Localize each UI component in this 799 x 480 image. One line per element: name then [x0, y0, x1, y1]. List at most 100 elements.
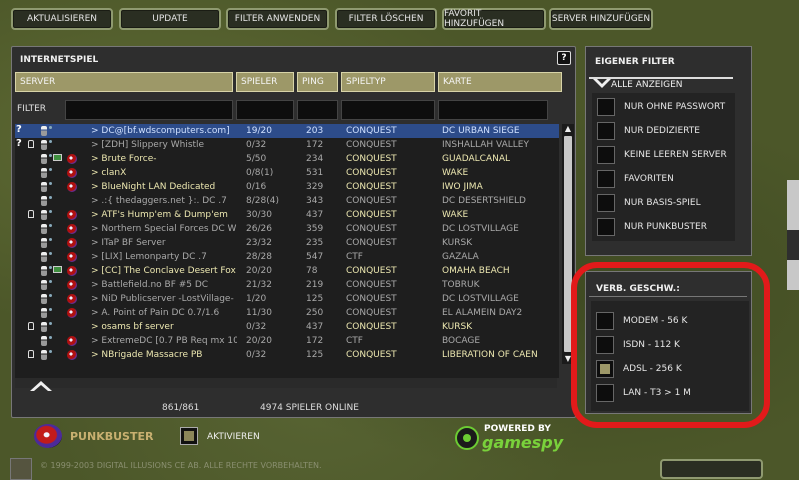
server-name: > Battlefield.no BF #5 DC: [91, 280, 209, 290]
table-row[interactable]: > Battlefield.no BF #5 DC 21/32 219 CONQUES…: [15, 278, 559, 292]
activate-punkbuster-checkbox[interactable]: [180, 427, 198, 445]
player-icon: [41, 294, 47, 304]
column-header-server[interactable]: SERVER: [15, 72, 233, 92]
table-row[interactable]: > ITaP BF Server 23/32 235 CONQUEST KURSK: [15, 236, 559, 250]
bottom-action-button[interactable]: [660, 459, 763, 479]
filter-ping-input[interactable]: [297, 100, 338, 120]
filter-option[interactable]: NUR OHNE PASSWORT: [597, 98, 725, 116]
map-name: KURSK: [442, 322, 473, 332]
player-count: 0/32: [246, 322, 267, 332]
table-row[interactable]: > NiD Publicserver -LostVillage- 1/20 125 C…: [15, 292, 559, 306]
filter-checkbox[interactable]: [597, 146, 615, 164]
red-highlight-annotation: [571, 262, 770, 428]
ping-value: 359: [306, 224, 324, 234]
player-count: 0/32: [246, 140, 267, 150]
collapse-up-icon-inner: [34, 385, 48, 391]
game-type: CONQUEST: [346, 140, 397, 150]
filter-option[interactable]: FAVORITEN: [597, 170, 674, 188]
server-name: > BlueNight LAN Dedicated: [91, 182, 216, 192]
lock-icon: [28, 210, 34, 218]
game-type: CONQUEST: [346, 280, 397, 290]
list-bottom-bar: [15, 378, 557, 388]
filter-checkbox[interactable]: [597, 218, 615, 236]
filter-option[interactable]: NUR DEDIZIERTE: [597, 122, 700, 140]
status-dot-icon: [49, 168, 52, 171]
column-header-players[interactable]: SPIELER: [236, 72, 294, 92]
filter-gametype-input[interactable]: [341, 100, 435, 120]
ping-value: 437: [306, 322, 324, 332]
status-dot-icon: [49, 252, 52, 255]
column-header-ping[interactable]: PING: [297, 72, 338, 92]
filter-option[interactable]: NUR BASIS-SPIEL: [597, 194, 701, 212]
player-count: 30/30: [246, 210, 272, 220]
status-dot-icon: [49, 210, 52, 213]
game-type: CONQUEST: [346, 182, 397, 192]
add-server-button[interactable]: SERVER HINZUFÜGEN: [549, 8, 653, 30]
show-all-label: ALLE ANZEIGEN: [611, 80, 683, 90]
table-row[interactable]: ? > [ZDH] Slippery Whistle 0/32 172 CONQUEST…: [15, 138, 559, 152]
custom-filter-panel: EIGENER FILTER ALLE ANZEIGEN NUR OHNE PA…: [585, 46, 752, 256]
help-button[interactable]: ?: [557, 51, 571, 65]
table-row[interactable]: > A. Point of Pain DC 0.7/1.6 11/30 250 CON…: [15, 306, 559, 320]
show-all-toggle[interactable]: ALLE ANZEIGEN: [589, 77, 733, 91]
server-name: > osams bf server: [91, 322, 174, 332]
map-name: LIBERATION OF CAEN: [442, 350, 538, 360]
filter-players-input[interactable]: [236, 100, 294, 120]
player-icon: [41, 308, 47, 318]
player-count: 0/16: [246, 182, 267, 192]
map-name: WAKE: [442, 210, 469, 220]
add-favorite-button[interactable]: FAVORIT HINZUFÜGEN: [442, 8, 546, 30]
filter-checkbox[interactable]: [597, 194, 615, 212]
column-header-gametype[interactable]: SPIELTYP: [341, 72, 435, 92]
player-icon: [41, 210, 47, 220]
table-row[interactable]: > NBrigade Massacre PB 0/32 125 CONQUEST LIB…: [15, 348, 559, 362]
table-row[interactable]: > [CC] The Conclave Desert Fox 20/20 78 CON…: [15, 264, 559, 278]
filter-option[interactable]: NUR PUNKBUSTER: [597, 218, 707, 236]
filter-map-input[interactable]: [438, 100, 548, 120]
player-icon: [41, 126, 47, 136]
filter-server-input[interactable]: [65, 100, 233, 120]
game-type: CONQUEST: [346, 238, 397, 248]
player-count: 20/20: [246, 336, 272, 346]
server-list[interactable]: ? > DC@[bf.wdscomputers.com] 19/20 203 CONQU…: [15, 124, 559, 378]
table-row[interactable]: > ExtremeDC [0.7 PB Req mx 10 20/20 172 CTF…: [15, 334, 559, 348]
server-name: > DC@[bf.wdscomputers.com]: [91, 126, 230, 136]
copyright-text: © 1999-2003 DIGITAL ILLUSIONS CE AB. ALL…: [40, 461, 322, 470]
filter-checkbox[interactable]: [597, 122, 615, 140]
ping-value: 78: [306, 266, 318, 276]
player-count: 1/20: [246, 294, 267, 304]
unknown-status-icon: ?: [16, 138, 22, 149]
table-row[interactable]: > [LIX] Lemonparty DC .7 28/28 547 CTF GAZAL…: [15, 250, 559, 264]
server-name: > ATF's Hump'em & Dump'em: [91, 210, 228, 220]
scroll-up-icon[interactable]: ▲: [563, 124, 573, 134]
table-row[interactable]: > .:{ thedaggers.net }:. DC .7 8/28(4) 343…: [15, 194, 559, 208]
table-row[interactable]: ? > DC@[bf.wdscomputers.com] 19/20 203 CONQU…: [15, 124, 559, 138]
table-row[interactable]: > clanX 0/8(1) 531 CONQUEST WAKE: [15, 166, 559, 180]
filter-checkbox[interactable]: [597, 98, 615, 116]
filter-option[interactable]: KEINE LEEREN SERVER: [597, 146, 727, 164]
punkbuster-icon: [67, 280, 77, 290]
table-row[interactable]: > Brute Force- 5/50 234 CONQUEST GUADALCANAL: [15, 152, 559, 166]
player-count: 26/26: [246, 224, 272, 234]
punkbuster-icon: [67, 266, 77, 276]
column-header-map[interactable]: KARTE: [438, 72, 562, 92]
player-icon: [41, 168, 47, 178]
status-dot-icon: [49, 266, 52, 269]
refresh-button[interactable]: AKTUALISIEREN: [11, 8, 113, 30]
punkbuster-icon: [67, 210, 77, 220]
table-row[interactable]: > ATF's Hump'em & Dump'em 30/30 437 CONQUES…: [15, 208, 559, 222]
table-row[interactable]: > osams bf server 0/32 437 CONQUEST KURSK: [15, 320, 559, 334]
clear-filter-button[interactable]: FILTER LÖSCHEN: [335, 8, 437, 30]
player-icon: [41, 140, 47, 150]
status-dot-icon: [49, 140, 52, 143]
table-row[interactable]: > BlueNight LAN Dedicated 0/16 329 CONQUEST…: [15, 180, 559, 194]
apply-filter-button[interactable]: FILTER ANWENDEN: [226, 8, 329, 30]
table-row[interactable]: > Northern Special Forces DC W 26/26 359 CO…: [15, 222, 559, 236]
offscreen-panel-edge-dark: [787, 230, 799, 260]
map-name: TOBRUK: [442, 280, 480, 290]
filter-option-label: NUR PUNKBUSTER: [624, 222, 707, 232]
filter-checkbox[interactable]: [597, 170, 615, 188]
ping-value: 250: [306, 308, 324, 318]
players-online: 4974 SPIELER ONLINE: [260, 403, 359, 413]
update-button[interactable]: UPDATE: [119, 8, 221, 30]
